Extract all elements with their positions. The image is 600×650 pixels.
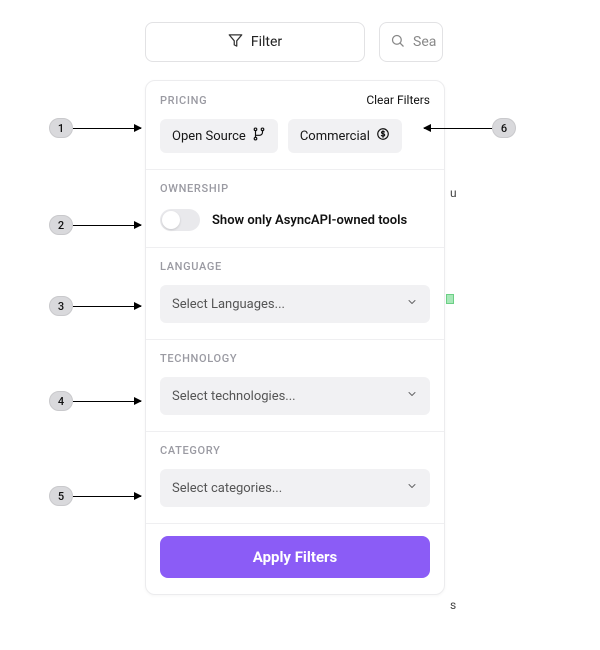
arrow-icon	[73, 401, 141, 402]
section-category-head: CATEGORY	[160, 444, 430, 457]
ownership-toggle[interactable]	[160, 209, 200, 231]
chevron-down-icon	[406, 296, 418, 312]
language-placeholder: Select Languages...	[172, 297, 285, 312]
callout-2: 2	[49, 215, 141, 235]
language-select[interactable]: Select Languages...	[160, 285, 430, 323]
technology-label: TECHNOLOGY	[160, 352, 237, 365]
filter-button[interactable]: Filter	[145, 22, 365, 62]
pill-label: Commercial	[300, 129, 370, 144]
section-pricing-head: PRICING Clear Filters	[160, 93, 430, 107]
filter-icon	[228, 33, 243, 52]
ownership-label: OWNERSHIP	[160, 182, 229, 195]
ownership-toggle-row: Show only AsyncAPI-owned tools	[160, 207, 430, 231]
apply-button-label: Apply Filters	[253, 548, 338, 566]
callout-badge: 1	[49, 118, 73, 138]
stray-text: s	[450, 598, 456, 612]
pill-label: Open Source	[172, 129, 246, 144]
chevron-down-icon	[406, 388, 418, 404]
search-icon	[390, 33, 405, 52]
section-language: LANGUAGE Select Languages...	[146, 248, 444, 340]
language-label: LANGUAGE	[160, 260, 222, 273]
callout-badge: 3	[49, 296, 73, 316]
category-label: CATEGORY	[160, 444, 220, 457]
section-language-head: LANGUAGE	[160, 260, 430, 273]
section-pricing: PRICING Clear Filters Open Source Commer…	[146, 81, 444, 170]
callout-3: 3	[49, 296, 141, 316]
callout-5: 5	[49, 486, 141, 506]
callout-badge: 2	[49, 215, 73, 235]
callout-6: 6	[424, 118, 516, 138]
arrow-icon	[73, 496, 141, 497]
callout-badge: 4	[49, 391, 73, 411]
pricing-open-source-pill[interactable]: Open Source	[160, 119, 278, 153]
filter-panel: PRICING Clear Filters Open Source Commer…	[145, 80, 445, 595]
pricing-options: Open Source Commercial	[160, 119, 430, 153]
section-technology: TECHNOLOGY Select technologies...	[146, 340, 444, 432]
clear-filters-link[interactable]: Clear Filters	[366, 93, 430, 107]
section-ownership-head: OWNERSHIP	[160, 182, 430, 195]
callout-badge: 5	[49, 486, 73, 506]
section-category: CATEGORY Select categories...	[146, 432, 444, 524]
apply-row: Apply Filters	[146, 524, 444, 594]
toggle-knob	[162, 211, 180, 229]
category-placeholder: Select categories...	[172, 481, 282, 496]
stray-highlight	[446, 294, 454, 304]
apply-filters-button[interactable]: Apply Filters	[160, 536, 430, 578]
filter-button-label: Filter	[251, 34, 282, 50]
arrow-icon	[73, 128, 141, 129]
ownership-toggle-label: Show only AsyncAPI-owned tools	[212, 213, 407, 228]
arrow-icon	[424, 128, 492, 129]
section-ownership: OWNERSHIP Show only AsyncAPI-owned tools	[146, 170, 444, 248]
chevron-down-icon	[406, 480, 418, 496]
search-input[interactable]	[413, 34, 443, 50]
pricing-label: PRICING	[160, 94, 207, 107]
arrow-icon	[73, 306, 141, 307]
search-field-wrap[interactable]	[379, 22, 443, 62]
arrow-icon	[73, 225, 141, 226]
pricing-commercial-pill[interactable]: Commercial	[288, 119, 402, 153]
callout-4: 4	[49, 391, 141, 411]
callout-1: 1	[49, 118, 141, 138]
stray-text: u	[450, 186, 457, 200]
technology-select[interactable]: Select technologies...	[160, 377, 430, 415]
git-branch-icon	[252, 127, 266, 145]
toolbar: Filter	[145, 22, 443, 62]
callout-badge: 6	[492, 118, 516, 138]
technology-placeholder: Select technologies...	[172, 389, 296, 404]
category-select[interactable]: Select categories...	[160, 469, 430, 507]
dollar-circle-icon	[376, 127, 390, 145]
section-technology-head: TECHNOLOGY	[160, 352, 430, 365]
